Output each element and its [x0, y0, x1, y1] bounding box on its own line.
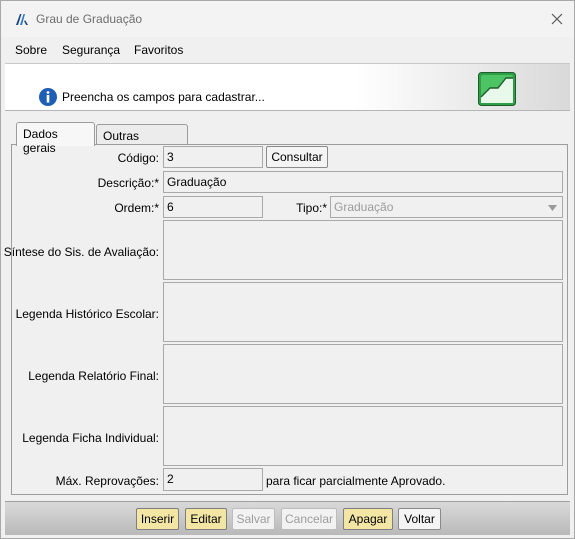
salvar-button[interactable]: Salvar — [232, 508, 275, 530]
consultar-button[interactable]: Consultar — [266, 146, 328, 168]
inserir-button[interactable]: Inserir — [136, 508, 179, 530]
cancelar-button[interactable]: Cancelar — [281, 508, 337, 530]
app-window: Grau de Graduação Sobre Segurança Favori… — [0, 0, 575, 539]
menu-sobre[interactable]: Sobre — [15, 43, 47, 57]
ordem-input[interactable]: 6 — [163, 196, 263, 218]
descricao-input[interactable]: Graduação — [163, 171, 563, 193]
info-icon — [39, 88, 57, 106]
menu-favoritos[interactable]: Favoritos — [134, 43, 183, 57]
max-reprov-label: Máx. Reprovações: — [55, 474, 159, 488]
editar-button[interactable]: Editar — [185, 508, 227, 530]
chevron-down-icon — [548, 205, 557, 211]
leg-relatorio-label: Legenda Relatório Final: — [28, 369, 159, 383]
app-logo-icon — [16, 14, 28, 25]
sintese-textarea[interactable] — [163, 220, 563, 280]
leg-historico-textarea[interactable] — [163, 282, 563, 342]
menu-bar: Sobre Segurança Favoritos — [1, 37, 574, 63]
max-reprov-suffix: para ficar parcialmente Aprovado. — [266, 474, 446, 488]
apagar-button[interactable]: Apagar — [343, 508, 393, 530]
tab-dados-gerais[interactable]: Dados gerais — [16, 122, 95, 155]
banner-message: Preencha os campos para cadastrar... — [62, 90, 265, 104]
menu-seguranca[interactable]: Segurança — [62, 43, 120, 57]
title-bar: Grau de Graduação — [1, 1, 574, 37]
info-banner: Preencha os campos para cadastrar... — [5, 63, 570, 111]
leg-historico-label: Legenda Histórico Escolar: — [15, 307, 159, 321]
codigo-label: Código: — [117, 151, 159, 165]
close-icon — [551, 13, 563, 25]
leg-relatorio-textarea[interactable] — [163, 344, 563, 404]
close-button[interactable] — [544, 7, 570, 31]
tipo-select[interactable]: Graduação — [330, 196, 563, 218]
leg-ficha-textarea[interactable] — [163, 406, 563, 466]
descricao-label: Descrição:* — [97, 176, 159, 190]
window-title: Grau de Graduação — [36, 12, 143, 26]
tab-outras-opcoes[interactable]: Outras Opções — [96, 124, 188, 157]
codigo-input[interactable]: 3 — [163, 146, 263, 168]
tipo-select-value: Graduação — [334, 200, 394, 214]
voltar-button[interactable]: Voltar — [398, 508, 441, 530]
ordem-label: Ordem:* — [114, 201, 159, 215]
max-reprov-input[interactable]: 2 — [163, 468, 263, 491]
tipo-label: Tipo:* — [296, 201, 327, 215]
leg-ficha-label: Legenda Ficha Individual: — [22, 431, 159, 445]
chart-logo-icon — [478, 72, 516, 106]
sintese-label: Síntese do Sis. de Avaliação: — [3, 245, 159, 259]
